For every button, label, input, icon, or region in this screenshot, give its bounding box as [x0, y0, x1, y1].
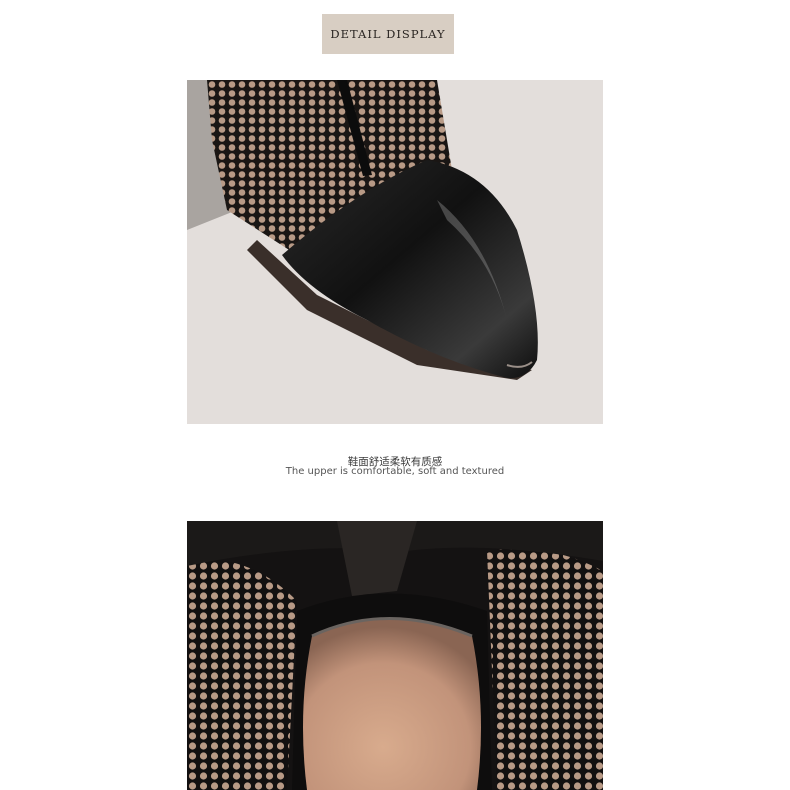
- detail-display-banner: DETAIL DISPLAY: [322, 14, 454, 54]
- caption-english: The upper is comfortable, soft and textu…: [285, 466, 505, 477]
- banner-title: DETAIL DISPLAY: [330, 27, 446, 41]
- shoe-opening-photo: [187, 521, 603, 790]
- shoe-toe-photo: [187, 80, 603, 424]
